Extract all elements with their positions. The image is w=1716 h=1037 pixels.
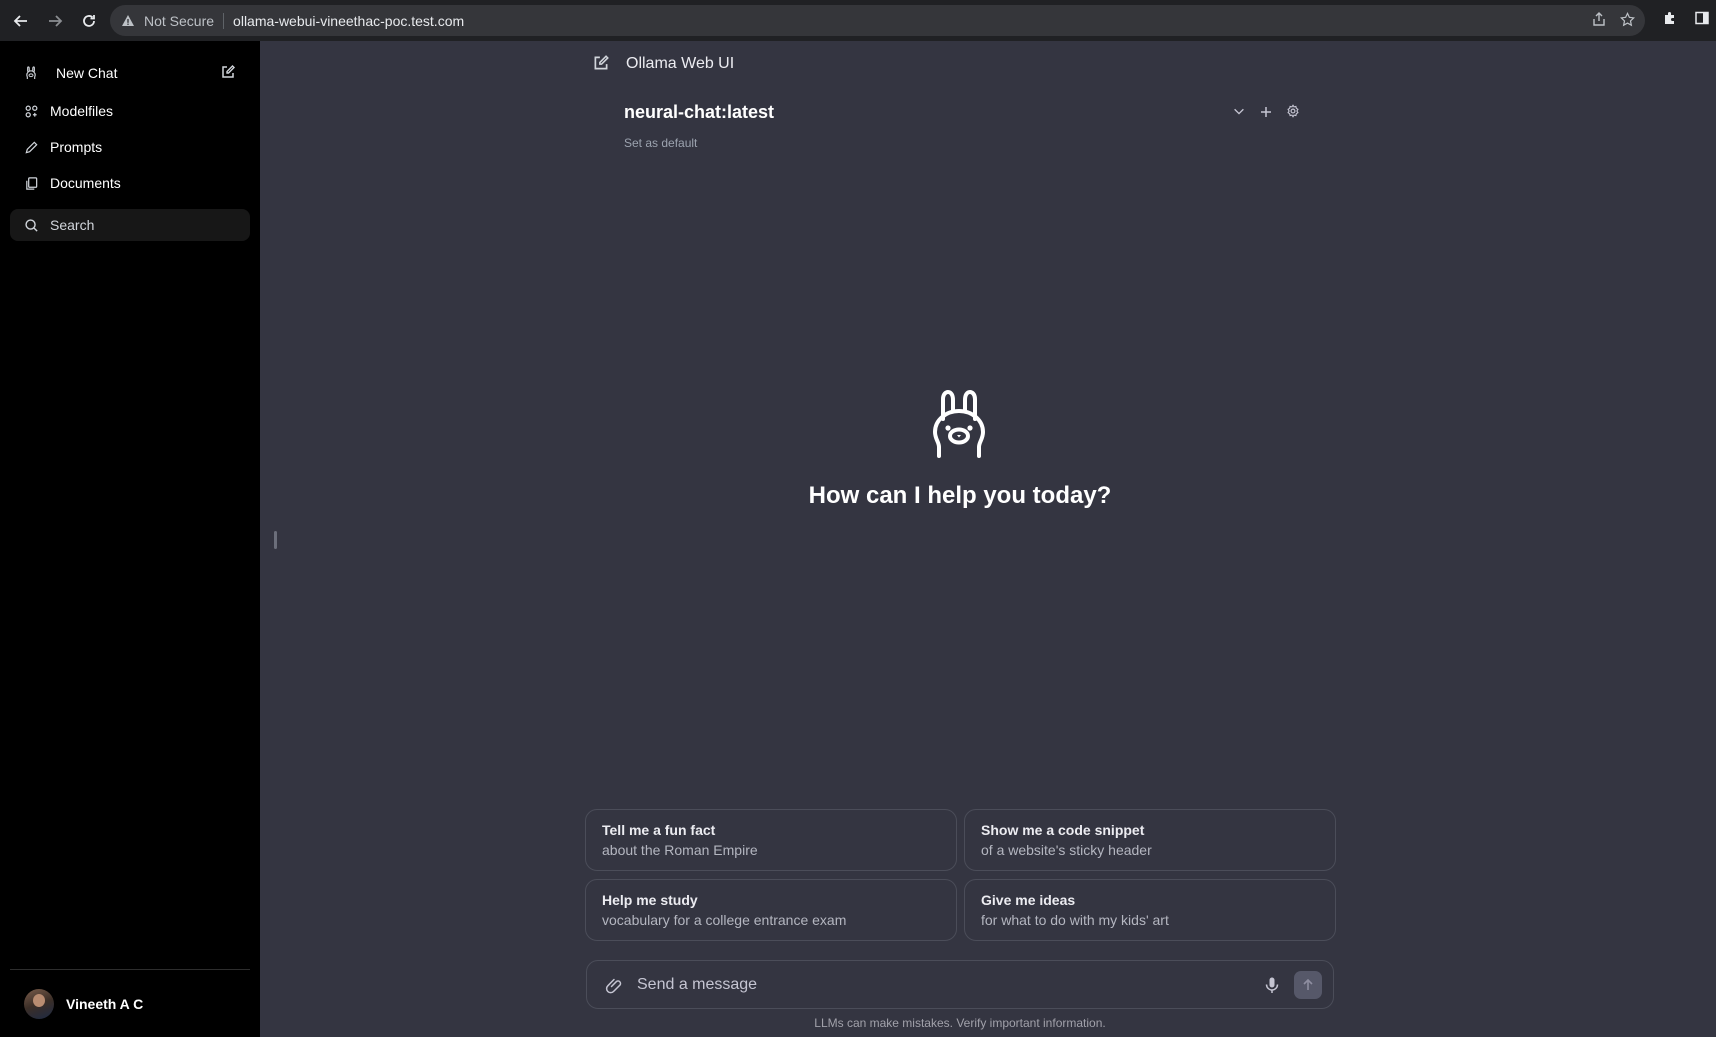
new-chat-label: New Chat bbox=[56, 65, 118, 81]
arrow-up-icon bbox=[1303, 978, 1313, 990]
attach-paperclip-icon[interactable] bbox=[603, 975, 623, 995]
search-input[interactable]: Search bbox=[10, 209, 250, 241]
reload-icon[interactable] bbox=[76, 8, 102, 34]
sidebar: New Chat Modelfiles Prompts Documents Se… bbox=[0, 41, 260, 1037]
chevron-down-icon[interactable] bbox=[1232, 104, 1246, 123]
sidebar-item-label: Prompts bbox=[50, 139, 103, 155]
ollama-logo-icon bbox=[22, 64, 40, 82]
suggestion-subtitle: vocabulary for a college entrance exam bbox=[602, 912, 847, 928]
suggestion-subtitle: for what to do with my kids' art bbox=[981, 912, 1169, 928]
user-menu[interactable]: Vineeth A C bbox=[24, 989, 143, 1019]
browser-toolbar: Not Secure ollama-webui-vineethac-poc.te… bbox=[0, 0, 1716, 41]
suggestion-title: Tell me a fun fact bbox=[602, 822, 716, 838]
suggestion-subtitle: about the Roman Empire bbox=[602, 842, 758, 858]
footer-disclaimer-container: LLMs can make mistakes. Verify important… bbox=[0, 1016, 1716, 1030]
suggestion-title: Give me ideas bbox=[981, 892, 1076, 908]
message-input[interactable] bbox=[637, 975, 1262, 994]
settings-gear-icon[interactable] bbox=[1286, 104, 1300, 123]
address-bar[interactable]: Not Secure ollama-webui-vineethac-poc.te… bbox=[110, 5, 1645, 36]
message-composer bbox=[586, 960, 1334, 1009]
user-name: Vineeth A C bbox=[66, 996, 144, 1012]
suggestion-title: Show me a code snippet bbox=[981, 822, 1145, 838]
greeting-heading: How can I help you today? bbox=[808, 482, 1112, 509]
pencil-icon bbox=[22, 138, 40, 156]
sidebar-item-prompts[interactable]: Prompts bbox=[10, 130, 250, 164]
forward-icon[interactable] bbox=[42, 8, 68, 34]
chat-header: Ollama Web UI bbox=[592, 54, 734, 74]
side-panel-icon[interactable] bbox=[1694, 10, 1710, 31]
model-selector[interactable]: neural-chat:latest bbox=[624, 102, 1300, 126]
suggestion-card[interactable]: Tell me a fun fact about the Roman Empir… bbox=[585, 809, 957, 871]
sidebar-divider bbox=[10, 969, 250, 970]
footer-disclaimer: LLMs can make mistakes. Verify important… bbox=[814, 1016, 1106, 1030]
warning-icon bbox=[120, 13, 136, 29]
ollama-logo-icon bbox=[928, 389, 990, 459]
bookmark-star-icon[interactable] bbox=[1619, 11, 1636, 30]
documents-icon bbox=[22, 174, 40, 192]
suggestion-title: Help me study bbox=[602, 892, 698, 908]
sidebar-resize-handle[interactable] bbox=[274, 531, 277, 549]
suggestion-card[interactable]: Give me ideas for what to do with my kid… bbox=[964, 879, 1336, 941]
send-button[interactable] bbox=[1294, 970, 1322, 999]
sidebar-item-modelfiles[interactable]: Modelfiles bbox=[10, 94, 250, 128]
sidebar-item-documents[interactable]: Documents bbox=[10, 166, 250, 200]
suggestion-card[interactable]: Help me study vocabulary for a college e… bbox=[585, 879, 957, 941]
greeting-container: How can I help you today? bbox=[0, 482, 1716, 510]
page-title: Ollama Web UI bbox=[626, 55, 735, 72]
new-chat-icon[interactable] bbox=[592, 54, 612, 74]
new-chat-button[interactable]: New Chat bbox=[10, 56, 250, 90]
model-name[interactable]: neural-chat:latest bbox=[624, 102, 774, 122]
modelfiles-icon bbox=[22, 102, 40, 120]
address-divider bbox=[223, 12, 225, 29]
url-text[interactable]: ollama-webui-vineethac-poc.test.com bbox=[233, 13, 464, 29]
security-label[interactable]: Not Secure bbox=[144, 13, 214, 29]
back-icon[interactable] bbox=[8, 8, 34, 34]
suggestion-card[interactable]: Show me a code snippet of a website's st… bbox=[964, 809, 1336, 871]
add-model-icon[interactable] bbox=[1260, 105, 1272, 123]
microphone-icon[interactable] bbox=[1262, 975, 1282, 995]
suggestion-subtitle: of a website's sticky header bbox=[981, 842, 1152, 858]
search-placeholder: Search bbox=[50, 217, 95, 233]
avatar bbox=[24, 989, 54, 1019]
compose-icon[interactable] bbox=[220, 64, 238, 82]
set-as-default-link[interactable]: Set as default bbox=[624, 136, 697, 150]
sidebar-item-label: Documents bbox=[50, 175, 121, 191]
share-icon[interactable] bbox=[1592, 12, 1606, 29]
extensions-icon[interactable] bbox=[1662, 10, 1678, 31]
search-icon bbox=[22, 216, 40, 234]
sidebar-item-label: Modelfiles bbox=[50, 103, 114, 119]
